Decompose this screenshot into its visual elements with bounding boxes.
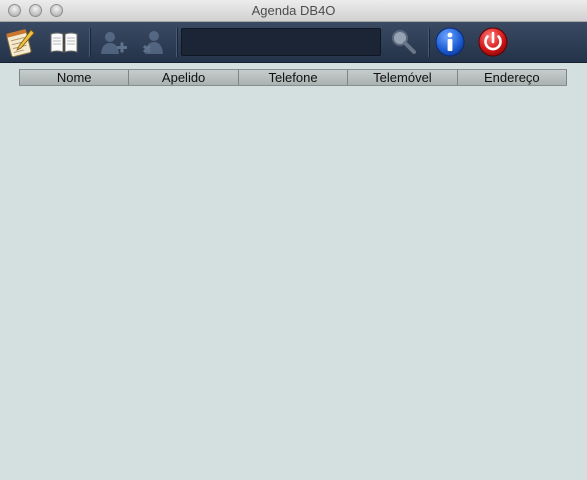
title-bar: Agenda DB4O bbox=[0, 0, 587, 22]
contacts-table: Nome Apelido Telefone Telemóvel Endereço bbox=[19, 69, 568, 466]
toolbar-separator bbox=[428, 28, 429, 57]
add-person-icon bbox=[101, 32, 127, 54]
column-header-endereco[interactable]: Endereço bbox=[458, 70, 568, 85]
column-header-nome[interactable]: Nome bbox=[19, 70, 130, 85]
toolbar bbox=[0, 22, 587, 63]
toolbar-separator bbox=[89, 28, 90, 57]
info-button[interactable] bbox=[434, 26, 466, 58]
window-title: Agenda DB4O bbox=[251, 3, 336, 18]
open-book-icon bbox=[50, 32, 78, 53]
column-header-apelido[interactable]: Apelido bbox=[129, 70, 239, 85]
quit-button[interactable] bbox=[477, 26, 509, 58]
notepad-pen-icon bbox=[6, 29, 35, 58]
table-body[interactable] bbox=[19, 86, 567, 466]
power-icon bbox=[478, 27, 508, 57]
search-input[interactable] bbox=[181, 28, 381, 56]
new-contact-button[interactable] bbox=[5, 26, 37, 58]
add-person-button[interactable] bbox=[97, 26, 129, 58]
column-header-telemovel[interactable]: Telemóvel bbox=[348, 70, 458, 85]
table-header: Nome Apelido Telefone Telemóvel Endereço bbox=[19, 69, 568, 86]
open-book-button[interactable] bbox=[48, 26, 80, 58]
remove-person-icon bbox=[142, 31, 163, 54]
search-button[interactable] bbox=[387, 26, 419, 58]
app-window: Agenda DB4O Nome Apelido Telefone Telemó… bbox=[0, 0, 587, 480]
column-header-telefone[interactable]: Telefone bbox=[239, 70, 349, 85]
info-icon bbox=[435, 27, 465, 57]
toolbar-separator bbox=[176, 28, 177, 57]
magnifier-icon bbox=[392, 30, 416, 54]
remove-person-button[interactable] bbox=[138, 26, 170, 58]
